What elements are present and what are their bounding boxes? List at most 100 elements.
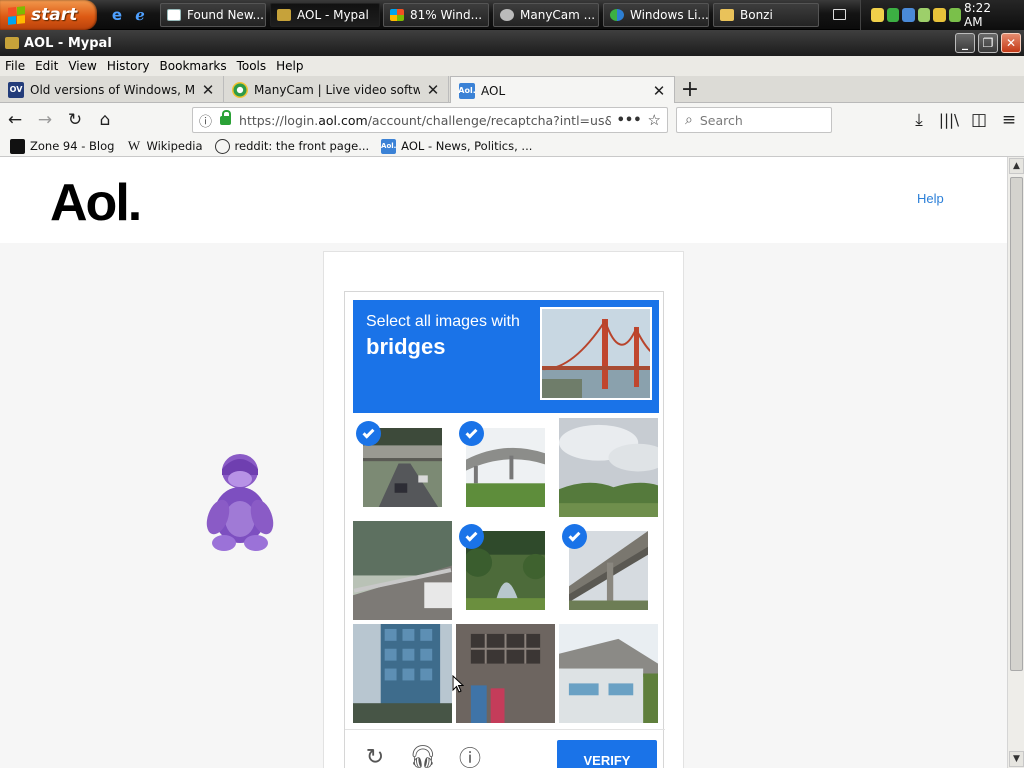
captcha-tile-guardrail-road[interactable] <box>353 521 452 620</box>
library-icon[interactable]: |||\ <box>939 111 959 129</box>
captcha-tile-elevated-bridge[interactable] <box>559 521 658 620</box>
browser-icon[interactable]: ℯ <box>131 6 149 24</box>
mouse-cursor-icon <box>452 675 464 693</box>
search-placeholder: Search <box>699 112 743 128</box>
tile-image-house-roof <box>559 624 658 723</box>
tab-aol[interactable]: Aol. AOL ✕ <box>450 76 675 104</box>
search-box[interactable]: ⌕ Search <box>676 107 832 133</box>
taskbar-button-aol-mypal[interactable]: AOL - Mypal <box>270 3 380 27</box>
sample-image-golden-gate <box>540 307 652 400</box>
menu-file[interactable]: File <box>5 59 25 73</box>
menu-bookmarks[interactable]: Bookmarks <box>160 59 227 73</box>
menu-view[interactable]: View <box>68 59 96 73</box>
captcha-tile-brick-wall[interactable] <box>456 624 555 723</box>
oldversion-favicon: OV <box>8 81 24 98</box>
tile-image-guardrail-road <box>353 521 452 620</box>
tray-icon-display[interactable] <box>902 8 915 22</box>
tray-icon-messenger[interactable] <box>886 8 899 22</box>
clock[interactable]: 8:22 AM <box>964 1 1008 29</box>
window-icon <box>167 9 181 21</box>
internet-explorer-icon[interactable]: e <box>108 6 126 24</box>
system-tray: 8:22 AM <box>860 0 1024 30</box>
help-link[interactable]: Help <box>917 191 944 206</box>
bookmarks-toolbar: Zone 94 - Blog W Wikipedia reddit: the f… <box>0 136 1024 157</box>
window-titlebar: AOL - Mypal <box>0 30 1024 56</box>
shield-icon[interactable] <box>933 8 946 22</box>
aol-logo[interactable]: Aol. <box>50 173 142 233</box>
captcha-instructions: Select all images with bridges <box>353 300 659 413</box>
tray-icon-app[interactable] <box>917 8 930 22</box>
captcha-tile-road-overpass[interactable] <box>353 418 452 517</box>
tray-icon-update[interactable] <box>948 8 961 22</box>
tab-manycam[interactable]: ManyCam | Live video software & ✕ <box>224 76 449 103</box>
tray-icon-network[interactable] <box>871 8 884 22</box>
taskbar-button-windows-live[interactable]: Windows Li... <box>603 3 709 27</box>
menu-edit[interactable]: Edit <box>35 59 58 73</box>
verify-button[interactable]: VERIFY <box>557 740 657 768</box>
back-icon[interactable]: ← <box>5 110 25 130</box>
scroll-down-icon[interactable]: ▼ <box>1009 751 1024 767</box>
manycam-icon <box>500 9 514 21</box>
keyboard-icon[interactable] <box>833 9 846 20</box>
tab-oldversion[interactable]: OV Old versions of Windows, Mac and ✕ <box>0 76 224 103</box>
taskbar-button-found-new[interactable]: Found New... <box>160 3 266 27</box>
bookmark-aol[interactable]: Aol. AOL - News, Politics, ... <box>381 138 532 154</box>
captcha-tile-cloudy-hills[interactable] <box>559 418 658 517</box>
page-viewport: Aol. Help Select all images with bridges <box>0 157 1007 768</box>
close-window-button[interactable]: ✕ <box>1001 33 1021 53</box>
selected-check-icon <box>562 524 587 549</box>
bookmark-wikipedia[interactable]: W Wikipedia <box>126 138 203 154</box>
tab-strip: OV Old versions of Windows, Mac and ✕ Ma… <box>0 76 1024 104</box>
page-actions-icon[interactable]: ••• <box>617 113 642 128</box>
windows-flag-icon <box>390 9 404 21</box>
minimize-button[interactable]: _ <box>955 33 975 53</box>
home-icon[interactable]: ⌂ <box>95 110 115 130</box>
reload-icon[interactable]: ↻ <box>65 110 85 130</box>
taskbar-button-bonzi[interactable]: Bonzi <box>713 3 819 27</box>
window-title: AOL - Mypal <box>24 35 112 51</box>
close-tab-icon[interactable]: ✕ <box>426 81 440 99</box>
taskbar-button-manycam[interactable]: ManyCam ... <box>493 3 599 27</box>
mypal-icon <box>5 37 19 49</box>
page-scrollbar[interactable]: ▲ ▼ <box>1007 157 1024 768</box>
close-tab-icon[interactable]: ✕ <box>652 82 666 100</box>
scroll-thumb[interactable] <box>1010 177 1023 671</box>
hamburger-menu-icon[interactable]: ≡ <box>999 110 1019 130</box>
download-icon[interactable]: ⤓ <box>909 110 929 130</box>
captcha-prompt: Select all images with <box>366 313 520 330</box>
menu-history[interactable]: History <box>107 59 150 73</box>
start-button[interactable]: start <box>0 0 97 30</box>
tile-image-glass-building <box>353 624 452 723</box>
windows-flag-icon <box>8 5 25 25</box>
audio-challenge-icon[interactable]: 🎧︎ <box>409 744 437 768</box>
bookmark-star-icon[interactable]: ☆ <box>648 111 661 129</box>
forward-icon[interactable]: → <box>35 110 55 130</box>
info-icon[interactable]: ⓘ <box>199 111 212 130</box>
captcha-tile-house-roof[interactable] <box>559 624 658 723</box>
bonzi-buddy-character[interactable] <box>200 449 280 553</box>
bookmark-reddit[interactable]: reddit: the front page... <box>214 138 369 154</box>
wikipedia-icon: W <box>127 138 141 153</box>
menu-tools[interactable]: Tools <box>237 59 267 73</box>
url-text[interactable]: https://login.aol.com/account/challenge/… <box>239 113 611 128</box>
restore-button[interactable]: ❐ <box>978 33 998 53</box>
new-tab-button[interactable]: + <box>680 76 700 102</box>
help-info-icon[interactable]: ⓘ <box>457 744 483 768</box>
menu-help[interactable]: Help <box>276 59 303 73</box>
captcha-tile-arch-bridge-trees[interactable] <box>456 521 555 620</box>
desktop: start e ℯ Found New... AOL - Mypal 81% W… <box>0 0 1024 768</box>
url-bar[interactable]: ⓘ https://login.aol.com/account/challeng… <box>192 107 668 133</box>
taskbar-button-windows-update[interactable]: 81% Wind... <box>383 3 489 27</box>
menu-bar: File Edit View History Bookmarks Tools H… <box>0 56 1024 76</box>
captcha-tile-glass-building[interactable] <box>353 624 452 723</box>
close-tab-icon[interactable]: ✕ <box>201 81 215 99</box>
manycam-favicon <box>232 81 248 98</box>
bookmark-zone94[interactable]: Zone 94 - Blog <box>10 138 114 154</box>
captcha-tile-highway-bridge[interactable] <box>456 418 555 517</box>
captcha-footer: ↻ 🎧︎ ⓘ VERIFY <box>345 729 665 768</box>
sidebar-icon[interactable]: ◫ <box>969 110 989 130</box>
captcha-target: bridges <box>366 334 446 359</box>
reload-challenge-icon[interactable]: ↻ <box>362 744 388 768</box>
recaptcha-challenge: Select all images with bridges ↻ 🎧︎ ⓘ VE… <box>344 291 665 768</box>
scroll-up-icon[interactable]: ▲ <box>1009 158 1024 174</box>
